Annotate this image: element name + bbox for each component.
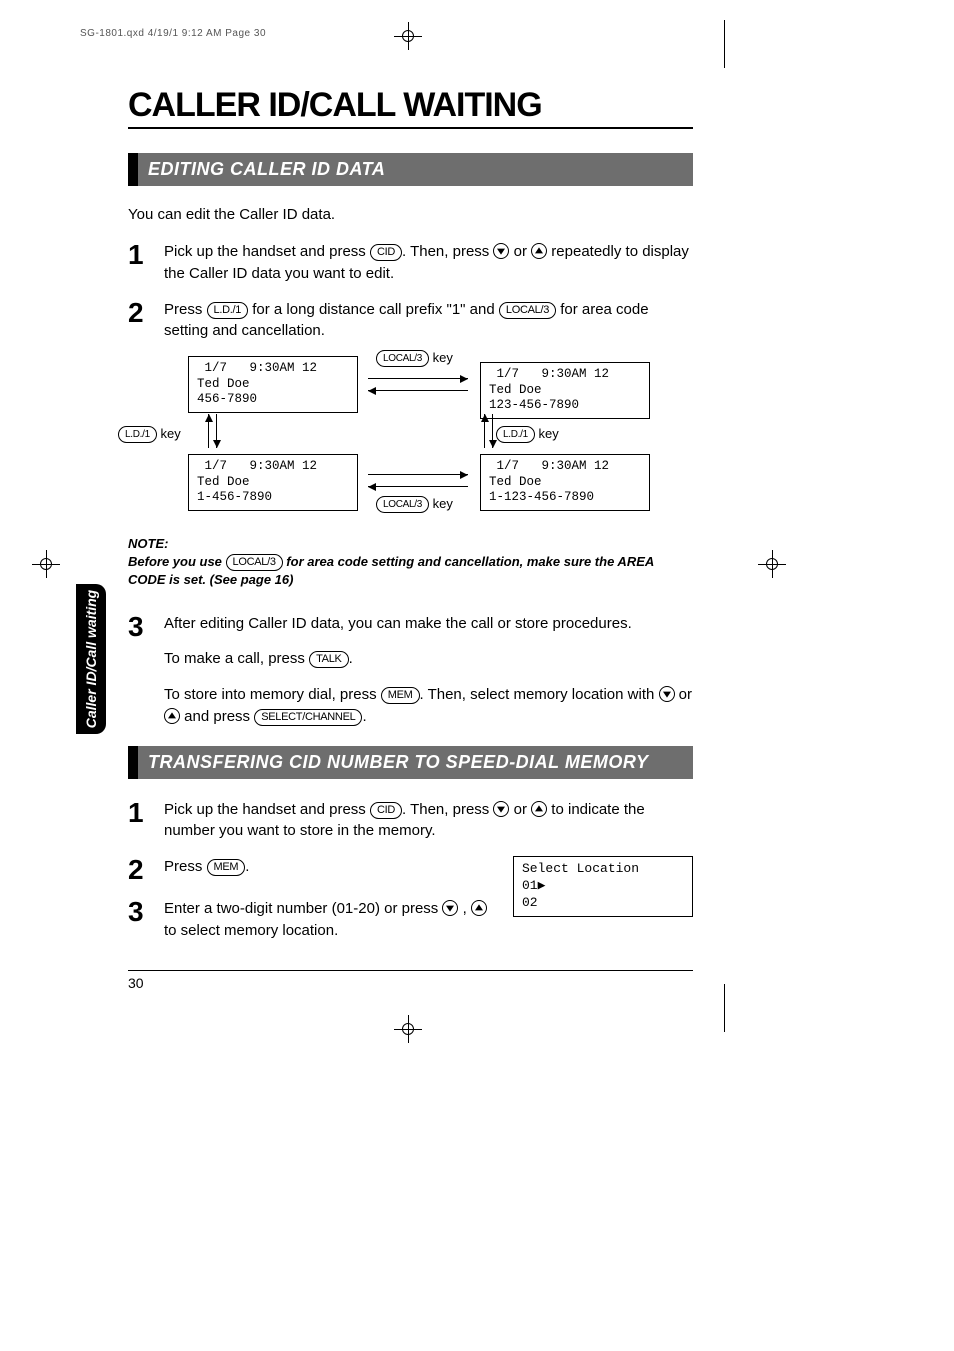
local3-key-icon: LOCAL/3: [376, 350, 429, 367]
step-text: Press: [164, 301, 207, 318]
lcd-transition-diagram: 1/7 9:30AM 12 Ted Doe 456-7890 1/7 9:30A…: [168, 356, 728, 526]
ld1-key-icon: L.D./1: [118, 426, 157, 443]
arrow-right-icon: [368, 474, 468, 475]
step-text: to select memory location.: [164, 922, 338, 939]
select-channel-key-icon: SELECT/CHANNEL: [254, 709, 362, 726]
intro-text: You can edit the Caller ID data.: [128, 206, 693, 223]
step-number: 3: [128, 613, 154, 728]
cid-key-icon: CID: [370, 802, 402, 819]
step-3: 3 Enter a two-digit number (01-20) or pr…: [128, 898, 493, 942]
crop-mark: [724, 984, 725, 1032]
step-text: Press: [164, 858, 207, 875]
note-text: Before you use LOCAL/3 for area code set…: [128, 553, 693, 589]
up-arrow-key-icon: [531, 243, 547, 259]
up-arrow-key-icon: [531, 801, 547, 817]
lcd-screen: 1/7 9:30AM 12 Ted Doe 1-456-7890: [188, 454, 358, 511]
crop-mark: [724, 20, 725, 68]
step-text: and press: [180, 708, 254, 725]
step-text: or: [509, 243, 531, 260]
step-1: 1 Pick up the handset and press CID. The…: [128, 241, 693, 285]
diagram-key-label: LOCAL/3 key: [376, 350, 453, 367]
section-heading-transfer: TRANSFERING CID NUMBER TO SPEED-DIAL MEM…: [128, 746, 693, 779]
step-text: for a long distance call prefix "1" and: [248, 301, 499, 318]
lcd-screen: 1/7 9:30AM 12 Ted Doe 123-456-7890: [480, 362, 650, 419]
down-arrow-key-icon: [659, 686, 675, 702]
up-arrow-key-icon: [164, 708, 180, 724]
step-text: .: [349, 650, 353, 667]
side-tab: Caller ID/Call waiting: [76, 584, 106, 734]
section-heading-editing: EDITING CALLER ID DATA: [128, 153, 693, 186]
registration-mark-icon: [394, 1015, 422, 1043]
chapter-title: CALLER ID/CALL WAITING: [128, 86, 693, 129]
arrow-up-icon: [484, 414, 485, 448]
step-number: 2: [128, 299, 154, 343]
step-text: Pick up the handset and press: [164, 243, 370, 260]
diagram-key-label: L.D./1 key: [118, 426, 181, 443]
step-text: or: [675, 686, 693, 703]
step-number: 1: [128, 799, 154, 843]
down-arrow-key-icon: [442, 900, 458, 916]
down-arrow-key-icon: [493, 243, 509, 259]
mem-key-icon: MEM: [381, 687, 420, 704]
step-2: 2 Press MEM.: [128, 856, 493, 884]
arrow-down-icon: [216, 414, 217, 448]
step-number: 2: [128, 856, 154, 884]
step-1: 1 Pick up the handset and press CID. The…: [128, 799, 693, 843]
side-tab-label: Caller ID/Call waiting: [83, 590, 99, 728]
note-label: NOTE:: [128, 536, 693, 551]
step-text: ,: [458, 900, 471, 917]
cid-key-icon: CID: [370, 244, 402, 261]
prepress-header: SG-1801.qxd 4/19/1 9:12 AM Page 30: [80, 28, 266, 39]
step-text: .: [362, 708, 366, 725]
step-text: . Then, select memory location with: [420, 686, 659, 703]
page-number: 30: [128, 970, 693, 991]
arrow-right-icon: [368, 378, 468, 379]
page-body: CALLER ID/CALL WAITING EDITING CALLER ID…: [128, 86, 693, 991]
step-text: . Then, press: [402, 243, 493, 260]
step-text: To store into memory dial, press: [164, 686, 381, 703]
down-arrow-key-icon: [493, 801, 509, 817]
registration-mark-icon: [394, 22, 422, 50]
step-text: Enter a two-digit number (01-20) or pres…: [164, 900, 442, 917]
up-arrow-key-icon: [471, 900, 487, 916]
local3-key-icon: LOCAL/3: [499, 302, 556, 319]
local3-key-icon: LOCAL/3: [226, 554, 283, 571]
lcd-screen: 1/7 9:30AM 12 Ted Doe 456-7890: [188, 356, 358, 413]
mem-key-icon: MEM: [207, 859, 246, 876]
arrow-left-icon: [368, 486, 468, 487]
step-2: 2 Press L.D./1 for a long distance call …: [128, 299, 693, 343]
step-text: After editing Caller ID data, you can ma…: [164, 613, 693, 635]
registration-mark-icon: [758, 550, 786, 578]
diagram-key-label: LOCAL/3 key: [376, 496, 453, 513]
step-3: 3 After editing Caller ID data, you can …: [128, 613, 693, 728]
local3-key-icon: LOCAL/3: [376, 496, 429, 513]
ld1-key-icon: L.D./1: [496, 426, 535, 443]
step-number: 1: [128, 241, 154, 285]
diagram-key-label: L.D./1 key: [496, 426, 559, 443]
registration-mark-icon: [32, 550, 60, 578]
step-text: To make a call, press: [164, 650, 309, 667]
step-text: Pick up the handset and press: [164, 801, 370, 818]
step-text: or: [509, 801, 531, 818]
arrow-up-icon: [208, 414, 209, 448]
arrow-left-icon: [368, 390, 468, 391]
step-number: 3: [128, 898, 154, 942]
lcd-screen: 1/7 9:30AM 12 Ted Doe 1-123-456-7890: [480, 454, 650, 511]
talk-key-icon: TALK: [309, 651, 349, 668]
ld1-key-icon: L.D./1: [207, 302, 249, 319]
step-text: . Then, press: [402, 801, 493, 818]
step-text: .: [245, 858, 249, 875]
memory-lcd-screen: Select Location 01▶ 02: [513, 856, 693, 917]
arrow-down-icon: [492, 414, 493, 448]
